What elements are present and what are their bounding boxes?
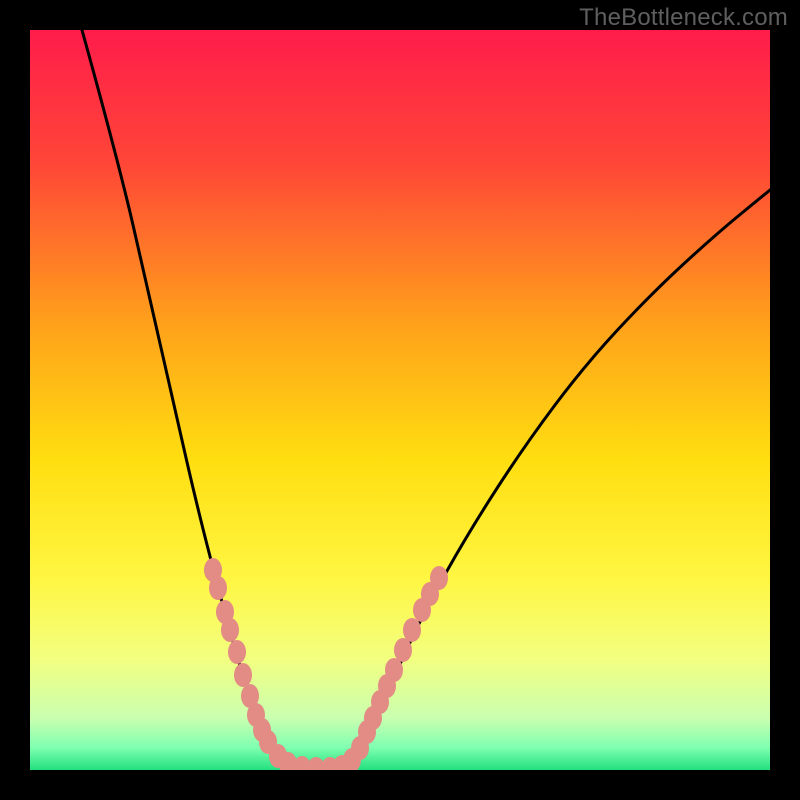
data-marker <box>234 663 252 687</box>
plot-area <box>30 30 770 770</box>
data-marker <box>228 640 246 664</box>
data-marker <box>221 618 239 642</box>
watermark-text: TheBottleneck.com <box>579 4 788 32</box>
data-marker <box>385 658 403 682</box>
data-marker <box>209 576 227 600</box>
chart-frame: TheBottleneck.com <box>0 0 800 800</box>
data-marker <box>430 566 448 590</box>
data-marker <box>394 638 412 662</box>
chart-svg <box>30 30 770 770</box>
data-marker <box>403 618 421 642</box>
